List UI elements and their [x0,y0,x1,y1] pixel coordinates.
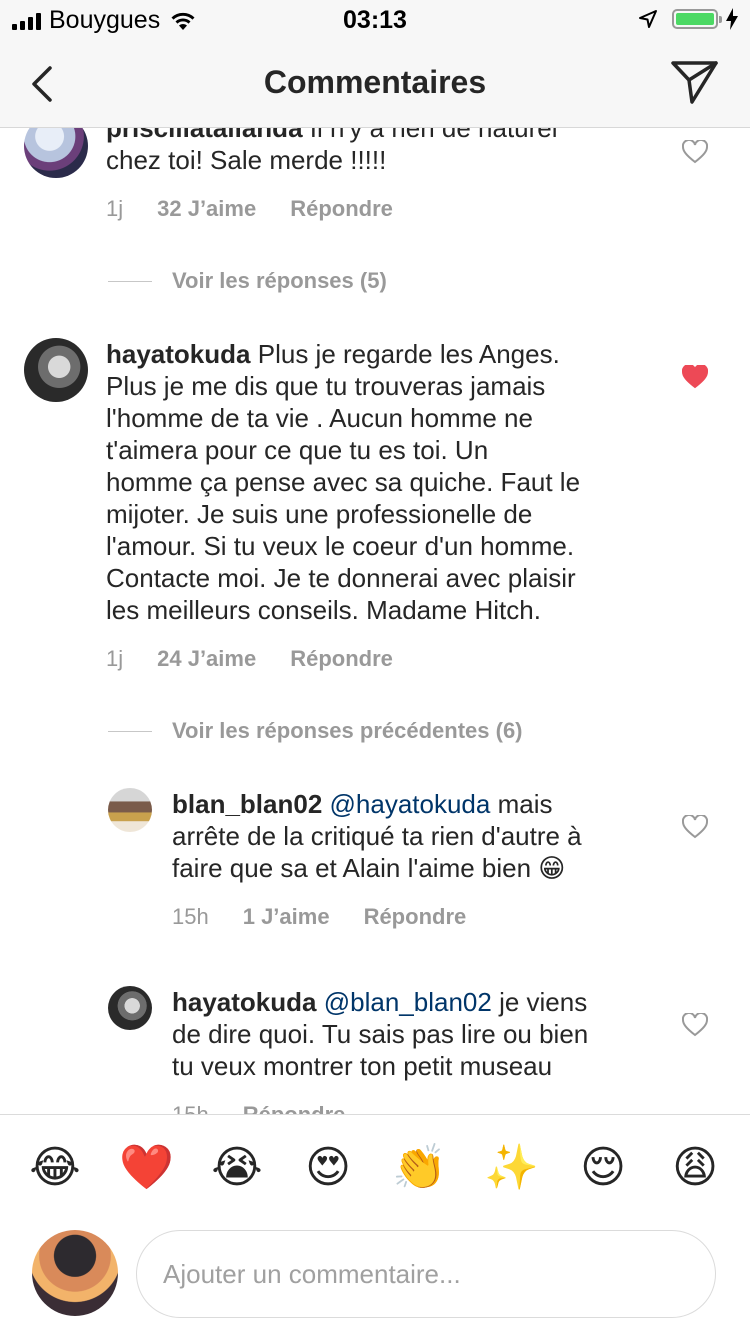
view-replies-label: Voir les réponses (5) [172,268,387,293]
comment-text: hayatokuda Plus je regarde les Anges. Pl… [106,338,666,626]
status-bar: Bouygues 03:13 [0,0,750,40]
comment-time: 1j [106,196,124,221]
comment-composer [0,1222,750,1334]
view-previous-replies-label: Voir les réponses précédentes (6) [172,718,523,743]
reply-meta: 15h Répondre [172,1102,379,1114]
charging-bolt-icon [726,8,738,30]
avatar[interactable] [108,788,152,832]
reply-text: blan_blan02 @hayatokuda mais arrête de l… [172,788,652,884]
emoji-relieved-button[interactable]: 😌 [576,1141,630,1195]
reply-line: de dire quoi. Tu sais pas lire ou bien [172,1019,589,1049]
like-heart-icon[interactable] [682,815,708,839]
comment-likes[interactable]: 24 J’aime [157,646,256,672]
like-heart-icon[interactable] [682,1013,708,1037]
comment-time: 1j [106,646,124,671]
reply-line: je viens [499,987,588,1017]
comment-line: Contacte moi. Je te donnerai avec plaisi… [106,563,576,593]
liked-heart-icon[interactable] [682,365,708,389]
reply-likes[interactable]: 1 J’aime [243,904,330,930]
avatar[interactable] [24,128,88,178]
view-replies-button[interactable]: Voir les réponses (5) [108,268,387,294]
avatar [32,1230,118,1316]
reply-meta: 15h 1 J’aime Répondre [172,904,500,930]
divider [108,730,152,732]
direct-send-icon[interactable] [670,58,720,106]
reply-line: tu veux montrer ton petit museau [172,1051,553,1081]
emoji-sparkles-button[interactable]: ✨ [484,1141,539,1195]
comment-username[interactable]: priscillatallanda [106,128,303,143]
comment-line-1: Il n'y a rien de naturel [309,128,558,143]
reply-time: 15h [172,904,209,929]
emoji-weary-button[interactable]: 😩 [668,1141,722,1195]
mention-link[interactable]: @hayatokuda [330,789,491,819]
comment-meta: 1j 24 J’aime Répondre [106,646,427,672]
nav-bar: Commentaires [0,40,750,128]
divider [108,280,152,282]
comment-line-2: chez toi! Sale merde !!!!! [106,145,387,175]
emoji-quick-bar: 😂 ❤️ 😭 😍 👏 ✨ 😌 😩 [0,1114,750,1222]
reply-line: arrête de la critiqué ta rien d'autre à [172,821,582,851]
battery-icon [672,9,722,29]
emoji-red-heart-button[interactable]: ❤️ [119,1141,174,1195]
emoji-crying-button[interactable]: 😭 [210,1141,264,1195]
comment-line: Plus je regarde les Anges. [257,339,560,369]
comment-line: les meilleurs conseils. Madame Hitch. [106,595,541,625]
comment-meta: 1j 32 J’aime Répondre [106,196,427,222]
like-heart-icon[interactable] [682,140,708,164]
emoji-heart-eyes-button[interactable]: 😍 [301,1141,355,1195]
comment-line: l'amour. Si tu veux le coeur d'un homme. [106,531,575,561]
status-right [638,8,738,30]
comment-line: l'homme de ta vie . Aucun homme ne [106,403,533,433]
reply-time: 15h [172,1102,209,1114]
page-title: Commentaires [263,64,487,100]
comment-text: priscillatallanda Il n'y a rien de natur… [106,128,636,176]
avatar[interactable] [108,986,152,1030]
reply-username[interactable]: blan_blan02 [172,789,322,819]
emoji-tears-of-joy-button[interactable]: 😂 [28,1141,82,1195]
comment-line: homme ça pense avec sa quiche. Faut le [106,467,581,497]
comment-line: mijoter. Je suis une professionelle de [106,499,533,529]
reply-line: faire que sa et Alain l'aime bien 😁 [172,853,566,883]
comment-username[interactable]: hayatokuda [106,339,251,369]
reply-button[interactable]: Répondre [290,196,393,222]
comment-line: Plus je me dis que tu trouveras jamais [106,371,546,401]
reply-username[interactable]: hayatokuda [172,987,317,1017]
reply-button[interactable]: Répondre [364,904,467,930]
reply-line: mais [497,789,553,819]
view-previous-replies-button[interactable]: Voir les réponses précédentes (6) [108,718,523,744]
reply-button[interactable]: Répondre [243,1102,346,1114]
comments-list[interactable]: priscillatallanda Il n'y a rien de natur… [0,128,750,1114]
location-arrow-icon [639,10,657,28]
reply-button[interactable]: Répondre [290,646,393,672]
avatar[interactable] [24,338,88,402]
emoji-clapping-button[interactable]: 👏 [392,1141,447,1195]
reply-text: hayatokuda @blan_blan02 je viens de dire… [172,986,652,1082]
comment-likes[interactable]: 32 J’aime [157,196,256,222]
comment-input[interactable] [136,1230,716,1318]
mention-link[interactable]: @blan_blan02 [324,987,492,1017]
comment-line: t'aimera pour ce que tu es toi. Un [106,435,489,465]
